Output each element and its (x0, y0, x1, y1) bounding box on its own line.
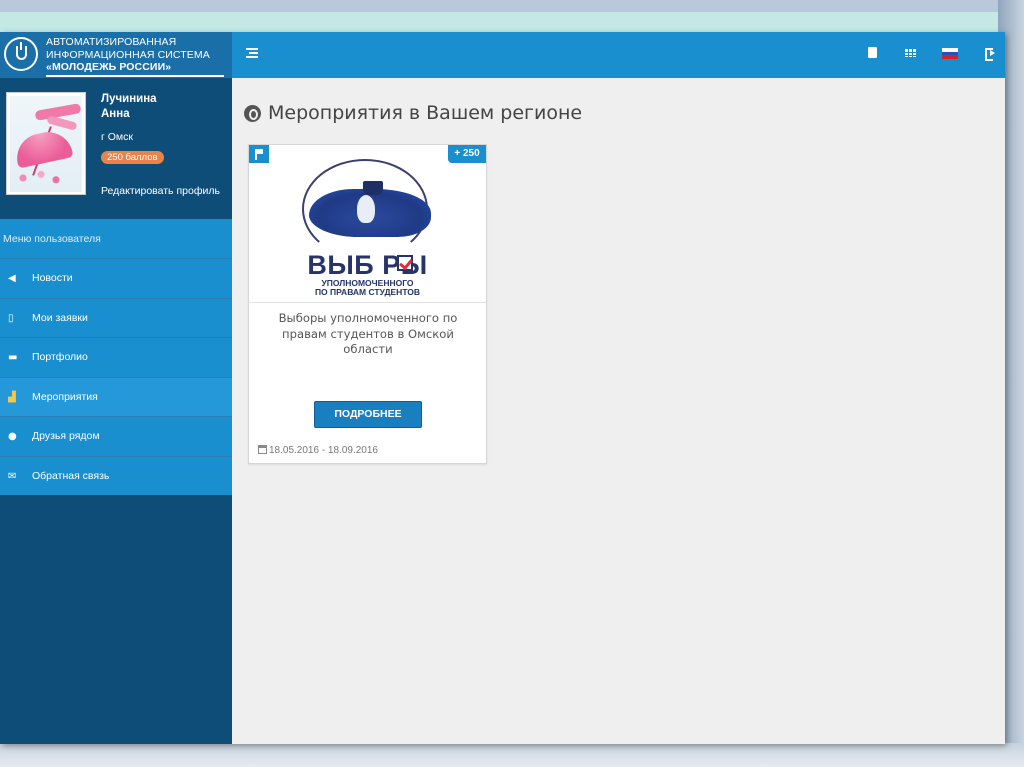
page-title: Мероприятия в Вашем регионе (268, 102, 583, 124)
user-menu-header: Меню пользователя (0, 219, 232, 259)
brand[interactable]: АВТОМАТИЗИРОВАННАЯ ИНФОРМАЦИОННАЯ СИСТЕМ… (0, 32, 232, 78)
brand-line-3: «МОЛОДЕЖЬ РОССИИ» (46, 61, 224, 77)
envelope-icon: ✉ (8, 470, 17, 482)
sidebar-item-friends-nearby[interactable]: ● Друзья рядом (0, 417, 232, 457)
map-pin-icon: ● (8, 431, 17, 442)
brand-title: АВТОМАТИЗИРОВАННАЯ ИНФОРМАЦИОННАЯ СИСТЕМ… (46, 36, 226, 77)
sidebar-item-label: Портфолио (32, 351, 88, 363)
logout-icon[interactable] (984, 46, 998, 61)
profile-name-line-2: Анна (101, 108, 130, 120)
event-logo-subtitle-2: ПО ПРАВАМ СТУДЕНТОВ (314, 287, 421, 297)
profile-city: г Омск (101, 131, 133, 143)
compass-icon (244, 105, 261, 122)
sidebar-item-label: Обратная связь (32, 469, 110, 482)
edit-profile-link[interactable]: Редактировать профиль (101, 185, 220, 197)
russian-flag-icon[interactable] (942, 48, 958, 59)
bookmark-icon: ▯ (8, 312, 14, 324)
megaphone-icon: ◀ (8, 273, 16, 284)
menu-icon[interactable] (246, 48, 260, 60)
events-icon: ▟ (8, 391, 16, 403)
folder-icon: ▬ (8, 352, 18, 363)
sidebar-item-events[interactable]: ▟ Мероприятия (0, 377, 232, 417)
event-logo-title: ВЫБ РЫ (307, 250, 428, 280)
app-window: АВТОМАТИЗИРОВАННАЯ ИНФОРМАЦИОННАЯ СИСТЕМ… (0, 32, 1005, 744)
sidebar-item-label: Мои заявки (32, 311, 88, 324)
profile-name: Лучинина Анна (101, 92, 157, 122)
brand-line-1: АВТОМАТИЗИРОВАННАЯ (46, 36, 177, 48)
sidebar-item-news[interactable]: ◀ Новости (0, 259, 232, 299)
flag-icon (249, 145, 269, 163)
sidebar-item-feedback[interactable]: ✉ Обратная связь (0, 457, 232, 497)
sidebar-item-label: Друзья рядом (32, 430, 100, 442)
event-card[interactable]: ВЫБ РЫ УПОЛНОМОЧЕННОГО ПО ПРАВАМ СТУДЕНТ… (248, 144, 487, 464)
event-image: ВЫБ РЫ УПОЛНОМОЧЕННОГО ПО ПРАВАМ СТУДЕНТ… (249, 145, 486, 303)
top-bar: АВТОМАТИЗИРОВАННАЯ ИНФОРМАЦИОННАЯ СИСТЕМ… (0, 32, 1005, 78)
calendar-icon (258, 445, 267, 454)
profile-panel: Лучинина Анна г Омск 250 баллов Редактир… (0, 78, 232, 219)
brand-logo-icon (4, 37, 38, 71)
event-points-badge: + 250 (448, 145, 486, 163)
details-button[interactable]: ПОДРОБНЕЕ (314, 401, 422, 428)
profile-name-line-1: Лучинина (101, 93, 157, 105)
main-content: Мероприятия в Вашем регионе ВЫБ РЫ УПОЛН… (232, 78, 1005, 744)
event-dates: 18.05.2016 - 18.09.2016 (258, 445, 378, 457)
document-icon[interactable] (866, 46, 880, 60)
grid-icon[interactable] (904, 46, 918, 60)
sidebar-item-label: Новости (32, 272, 73, 284)
sidebar-item-label: Мероприятия (32, 390, 98, 403)
slide-frame-bottom (0, 743, 1024, 767)
sidebar-item-my-applications[interactable]: ▯ Мои заявки (0, 299, 232, 338)
checkbox-icon (397, 255, 413, 271)
points-badge: 250 баллов (101, 151, 164, 164)
event-dates-text: 18.05.2016 - 18.09.2016 (269, 445, 378, 456)
slide-frame-accent (0, 12, 1000, 32)
brand-line-2: ИНФОРМАЦИОННАЯ СИСТЕМА (46, 48, 210, 61)
avatar[interactable] (6, 92, 86, 195)
sidebar: Лучинина Анна г Омск 250 баллов Редактир… (0, 78, 232, 744)
sidebar-item-portfolio[interactable]: ▬ Портфолио (0, 338, 232, 378)
user-menu: Меню пользователя ◀ Новости ▯ Мои заявки… (0, 219, 232, 495)
event-title: Выборы уполномоченного по правам студент… (278, 311, 458, 356)
